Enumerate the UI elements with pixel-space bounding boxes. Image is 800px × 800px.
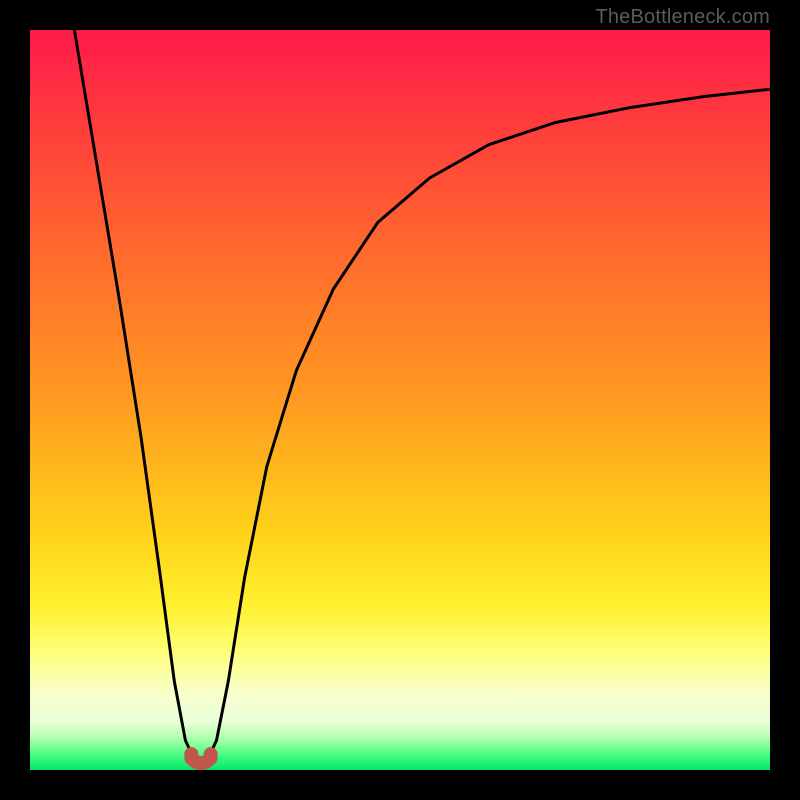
chart-frame: TheBottleneck.com	[0, 0, 800, 800]
plot-area	[30, 30, 770, 770]
bottleneck-curve	[30, 30, 770, 770]
watermark-text: TheBottleneck.com	[595, 6, 770, 29]
curve-path	[74, 30, 770, 763]
minimum-marker	[191, 754, 210, 763]
